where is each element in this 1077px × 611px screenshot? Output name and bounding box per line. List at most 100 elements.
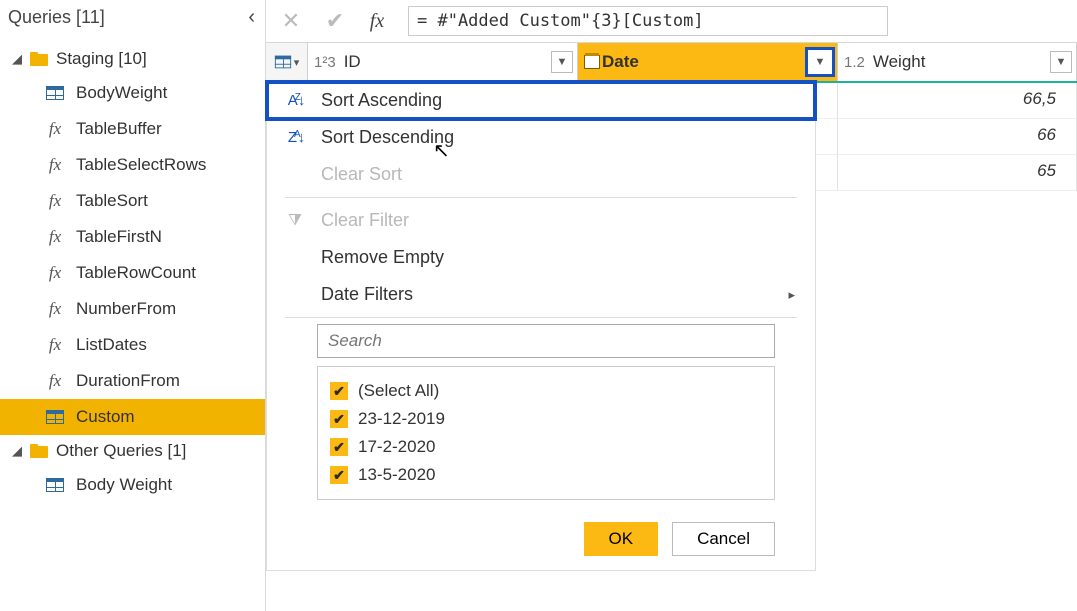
query-item-tablefirstn[interactable]: fx TableFirstN: [0, 219, 265, 255]
query-item-custom[interactable]: Custom: [0, 399, 265, 435]
query-group-staging[interactable]: ◢ Staging [10]: [0, 43, 265, 75]
filter-option[interactable]: ✔ 17-2-2020: [330, 433, 762, 461]
table-icon: [44, 410, 66, 424]
table-icon: [44, 478, 66, 492]
queries-pane: Queries [11] ‹ ◢ Staging [10] BodyWeight…: [0, 0, 266, 611]
weight-cell: 66,5: [838, 83, 1077, 119]
row-index-header[interactable]: ▾: [266, 43, 308, 81]
fx-icon: fx: [44, 371, 66, 391]
formula-bar: ✕ ✔ fx: [266, 0, 1077, 43]
fx-icon[interactable]: fx: [362, 10, 392, 33]
query-item-tablerowcount[interactable]: fx TableRowCount: [0, 255, 265, 291]
formula-input[interactable]: [408, 6, 888, 36]
checkbox-icon[interactable]: ✔: [330, 382, 348, 400]
filter-values-list: ✔ (Select All) ✔ 23-12-2019 ✔ 17-2-2020 …: [317, 366, 775, 500]
query-item-numberfrom[interactable]: fx NumberFrom: [0, 291, 265, 327]
menu-label: Sort Descending: [321, 127, 454, 148]
grid-header: ▾ 1²3 ID ▼ Date ▼ 1.2 Weight ▼: [266, 43, 1077, 83]
folder-icon: [30, 52, 48, 66]
fx-icon: fx: [44, 155, 66, 175]
fx-icon: fx: [44, 119, 66, 139]
query-label: TableSelectRows: [76, 155, 257, 175]
query-label: TableFirstN: [76, 227, 257, 247]
caret-icon: ◢: [12, 443, 26, 459]
sort-descending-item[interactable]: ZA↓ Sort Descending: [267, 119, 815, 156]
column-filter-menu: AZ↓ Sort Ascending ↖ ZA↓ Sort Descending…: [266, 81, 816, 571]
fx-icon: fx: [44, 263, 66, 283]
sort-asc-icon: AZ↓: [285, 92, 305, 109]
funnel-icon: ⧩: [285, 212, 305, 230]
calendar-icon: [584, 55, 600, 69]
type-whole-number-icon: 1²3: [314, 54, 336, 71]
query-label: DurationFrom: [76, 371, 257, 391]
column-label: ID: [344, 52, 361, 72]
filter-option[interactable]: ✔ (Select All): [330, 377, 762, 405]
column-label: Weight: [873, 52, 926, 72]
query-item-bodyweight2[interactable]: Body Weight: [0, 467, 265, 503]
option-label: 13-5-2020: [358, 465, 436, 485]
query-item-bodyweight[interactable]: BodyWeight: [0, 75, 265, 111]
filter-option[interactable]: ✔ 23-12-2019: [330, 405, 762, 433]
cancel-button[interactable]: Cancel: [672, 522, 775, 556]
filter-search-input[interactable]: [317, 324, 775, 358]
collapse-icon[interactable]: ‹: [248, 6, 255, 29]
commit-formula-icon[interactable]: ✔: [318, 6, 352, 36]
checkbox-icon[interactable]: ✔: [330, 410, 348, 428]
filter-dropdown-icon[interactable]: ▼: [551, 51, 573, 73]
filter-search-wrap: [317, 324, 775, 358]
ok-button[interactable]: OK: [584, 522, 659, 556]
menu-label: Sort Ascending: [321, 90, 442, 111]
query-item-durationfrom[interactable]: fx DurationFrom: [0, 363, 265, 399]
group-items: Body Weight: [0, 467, 265, 503]
menu-label: Remove Empty: [321, 247, 444, 268]
fx-icon: fx: [44, 227, 66, 247]
queries-tree: ◢ Staging [10] BodyWeight fx TableBuffer…: [0, 39, 265, 503]
folder-icon: [30, 444, 48, 458]
query-label: TableRowCount: [76, 263, 257, 283]
sort-desc-icon: ZA↓: [285, 129, 305, 146]
group-items: BodyWeight fx TableBuffer fx TableSelect…: [0, 75, 265, 435]
data-grid: ▾ 1²3 ID ▼ Date ▼ 1.2 Weight ▼: [266, 43, 1077, 611]
query-item-tableselectrows[interactable]: fx TableSelectRows: [0, 147, 265, 183]
filter-buttons: OK Cancel: [267, 516, 815, 570]
type-decimal-icon: 1.2: [844, 54, 865, 71]
group-label: Other Queries [1]: [56, 441, 186, 461]
checkbox-icon[interactable]: ✔: [330, 466, 348, 484]
fx-icon: fx: [44, 191, 66, 211]
checkbox-icon[interactable]: ✔: [330, 438, 348, 456]
queries-pane-header: Queries [11] ‹: [0, 0, 265, 39]
query-item-tablebuffer[interactable]: fx TableBuffer: [0, 111, 265, 147]
query-label: Custom: [76, 407, 257, 427]
column-weight-header[interactable]: 1.2 Weight ▼: [838, 43, 1077, 81]
chevron-right-icon: ▸: [788, 287, 795, 303]
clear-sort-item: Clear Sort: [267, 156, 815, 193]
date-filters-item[interactable]: Date Filters ▸: [267, 276, 815, 313]
menu-label: Date Filters: [321, 284, 413, 305]
cancel-formula-icon[interactable]: ✕: [274, 6, 308, 36]
clear-filter-item: ⧩ Clear Filter: [267, 202, 815, 239]
filter-dropdown-icon[interactable]: ▼: [805, 47, 835, 77]
column-id-header[interactable]: 1²3 ID ▼: [308, 43, 578, 81]
query-label: TableBuffer: [76, 119, 257, 139]
query-group-other[interactable]: ◢ Other Queries [1]: [0, 435, 265, 467]
weight-cell: 65: [838, 155, 1077, 191]
column-label: Date: [602, 52, 639, 72]
column-date-header[interactable]: Date ▼: [578, 43, 838, 81]
fx-icon: fx: [44, 299, 66, 319]
weight-cell: 66: [838, 119, 1077, 155]
query-label: Body Weight: [76, 475, 257, 495]
menu-label: Clear Filter: [321, 210, 409, 231]
query-label: BodyWeight: [76, 83, 257, 103]
query-item-listdates[interactable]: fx ListDates: [0, 327, 265, 363]
table-icon: [275, 56, 291, 69]
main-area: ✕ ✔ fx ▾ 1²3 ID ▼ Date ▼: [266, 0, 1077, 611]
query-item-tablesort[interactable]: fx TableSort: [0, 183, 265, 219]
table-icon: [44, 86, 66, 100]
filter-dropdown-icon[interactable]: ▼: [1050, 51, 1072, 73]
sort-ascending-item[interactable]: AZ↓ Sort Ascending ↖: [267, 82, 815, 119]
remove-empty-item[interactable]: Remove Empty: [267, 239, 815, 276]
query-label: ListDates: [76, 335, 257, 355]
filter-option[interactable]: ✔ 13-5-2020: [330, 461, 762, 489]
menu-separator: [285, 317, 797, 318]
query-label: NumberFrom: [76, 299, 257, 319]
